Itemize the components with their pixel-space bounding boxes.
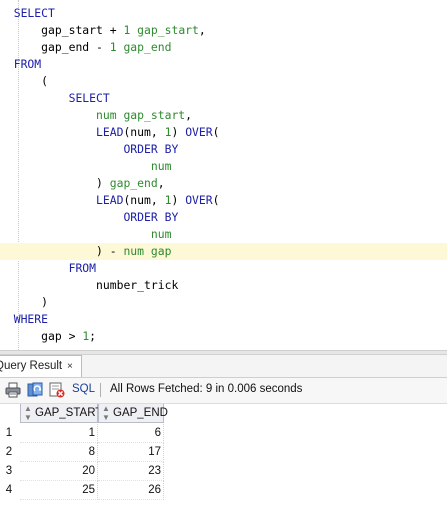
code-token-op: ; [89,329,97,343]
row-number: 2 [5,446,13,458]
row-number: 1 [5,427,13,439]
code-token-kw: ORDER BY [13,142,179,156]
code-token-kw: OVER [185,125,213,139]
tab-query-result-label: Query Result [0,360,63,372]
tab-query-result[interactable]: Query Result × [0,355,82,377]
refresh-sql-icon[interactable] [27,382,43,398]
column-title: GAP_START [35,407,103,419]
code-line[interactable]: number_trick [0,277,447,294]
code-line[interactable]: FROM [0,56,447,73]
code-token-id: gap_start [13,23,110,37]
fetch-status: All Rows Fetched: 9 in 0.006 seconds [110,383,303,395]
column-header-gap-start[interactable]: ▲ ▼ GAP_START [20,404,102,423]
result-toolbar: SQL All Rows Fetched: 9 in 0.006 seconds [0,378,447,404]
code-token-op: ) [13,295,49,309]
code-line[interactable]: LEAD(num, 1) OVER( [0,124,447,141]
code-token-kw: OVER [185,193,213,207]
code-token-id: gap [13,329,69,343]
close-icon[interactable]: × [67,356,73,377]
code-line[interactable]: gap_start + 1 gap_start, [0,22,447,39]
table-row[interactable]: 4 25 26 [0,481,447,500]
code-token-kw: SELECT [13,6,55,20]
code-token-alias: num [13,227,172,241]
code-line[interactable]: SELECT [0,90,447,107]
code-token-alias: gap_end [109,176,158,190]
row-number: 4 [5,484,13,496]
code-line[interactable]: ) [0,294,447,311]
code-line[interactable]: ORDER BY [0,209,447,226]
code-token-op: ) [13,176,110,190]
code-token-op: - [96,40,110,54]
code-token-kw: WHERE [13,312,49,326]
code-token-op: ( [13,74,49,88]
cell-gap-end[interactable]: 17 [98,443,164,462]
sql-button[interactable]: SQL [72,383,95,395]
code-line[interactable]: num [0,226,447,243]
code-token-id: number_trick [13,278,179,292]
code-line[interactable]: SELECT [0,5,447,22]
code-line[interactable]: num gap_start, [0,107,447,124]
code-token-op: ( [212,125,220,139]
code-token-op: > [68,329,83,343]
code-token-alias: gap_end [116,40,172,54]
code-token-id: gap_end [13,40,97,54]
sort-icon: ▲ ▼ [24,404,32,422]
code-token-alias: gap_start [130,23,199,37]
print-icon[interactable] [5,382,21,398]
cell-gap-end[interactable]: 23 [98,462,164,481]
column-header-gap-end[interactable]: ▲ ▼ GAP_END [98,404,168,423]
code-line[interactable]: WHERE [0,311,447,328]
code-token-fn: LEAD [13,193,124,207]
code-token-alias: num [13,159,172,173]
row-number: 3 [5,465,13,477]
code-token-op: , [198,23,206,37]
clear-results-icon[interactable] [49,382,65,398]
column-title: GAP_END [113,407,168,419]
code-line[interactable]: LEAD(num, 1) OVER( [0,192,447,209]
sort-icon: ▲ ▼ [102,404,110,422]
code-token-op: (num, [123,125,165,139]
cell-gap-end[interactable]: 6 [98,424,164,443]
code-token-op: , [157,176,165,190]
code-token-num: 1 [109,40,117,54]
code-line[interactable]: ) gap_end, [0,175,447,192]
code-token-kw: SELECT [13,91,110,105]
sql-editor[interactable]: SELECT gap_start + 1 gap_start, gap_end … [0,0,447,350]
code-line[interactable]: ) - num gap [0,243,447,260]
grid-header: ▲ ▼ GAP_START ▲ ▼ GAP_END [0,404,447,424]
table-row[interactable]: 1 1 6 [0,424,447,443]
code-token-fn: LEAD [13,125,124,139]
code-token-op: ) [171,193,186,207]
table-row[interactable]: 2 8 17 [0,443,447,462]
code-token-alias: num gap [123,244,172,258]
code-line[interactable]: ( [0,73,447,90]
cell-gap-start[interactable]: 20 [20,462,98,481]
code-token-op: (num, [123,193,165,207]
code-token-op: , [185,108,193,122]
code-token-kw: ORDER BY [13,210,179,224]
code-line[interactable]: num [0,158,447,175]
cell-gap-start[interactable]: 1 [20,424,98,443]
cell-gap-start[interactable]: 25 [20,481,98,500]
toolbar-divider [100,383,101,397]
code-line[interactable]: gap > 1; [0,328,447,345]
cell-gap-end[interactable]: 26 [98,481,164,500]
code-token-op: ) [171,125,186,139]
code-token-op: + [109,23,124,37]
result-tab-strip: Query Result × [0,355,447,378]
code-line[interactable]: gap_end - 1 gap_end [0,39,447,56]
result-grid[interactable]: ▲ ▼ GAP_START ▲ ▼ GAP_END 1 1 6 2 8 17 3 2… [0,404,447,510]
code-line[interactable]: ORDER BY [0,141,447,158]
code-token-op: ) - [13,244,124,258]
code-token-alias: num gap_start [13,108,186,122]
code-line[interactable]: FROM [0,260,447,277]
code-token-kw: FROM [13,57,42,71]
code-token-kw: FROM [13,261,97,275]
code-token-op: ( [212,193,220,207]
table-row[interactable]: 3 20 23 [0,462,447,481]
cell-gap-start[interactable]: 8 [20,443,98,462]
